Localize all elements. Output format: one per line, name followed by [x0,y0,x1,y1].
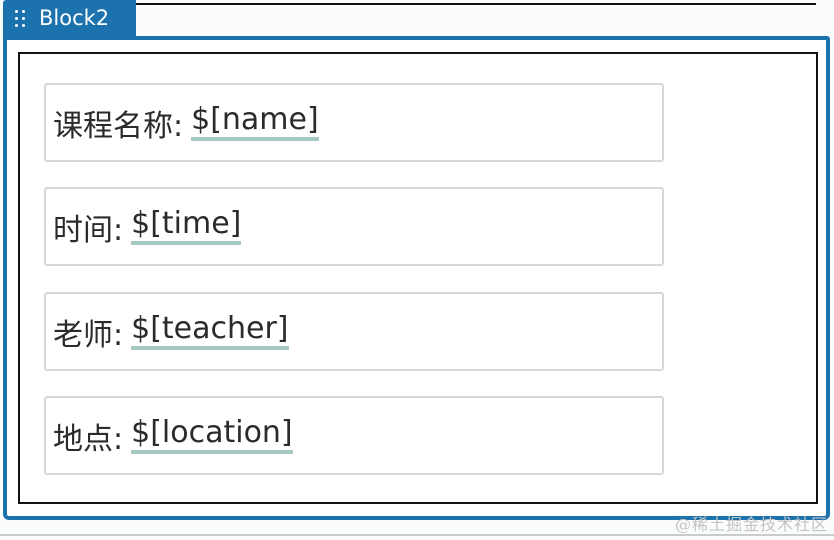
canvas: Block2 课程名称: $[name] 时间: $[time] 老师: $[t… [0,0,834,540]
top-divider [136,3,816,5]
block-container[interactable]: 课程名称: $[name] 时间: $[time] 老师: $[teacher]… [3,36,830,520]
content-frame: 课程名称: $[name] 时间: $[time] 老师: $[teacher]… [18,52,818,504]
block-tab[interactable]: Block2 [3,0,136,36]
field-time[interactable]: 时间: $[time] [44,187,664,266]
field-location[interactable]: 地点: $[location] [44,396,664,475]
field-variable[interactable]: $[time] [131,208,242,246]
watermark: @稀土掘金技术社区 [674,515,828,534]
field-label: 老师: [53,317,124,353]
field-variable[interactable]: $[location] [131,417,293,455]
block-title: Block2 [39,6,110,30]
field-variable[interactable]: $[name] [191,104,319,142]
field-course-name[interactable]: 课程名称: $[name] [44,83,664,162]
field-label: 课程名称: [53,108,184,144]
field-teacher[interactable]: 老师: $[teacher] [44,292,664,371]
field-variable[interactable]: $[teacher] [131,313,289,351]
field-label: 时间: [53,212,124,248]
field-label: 地点: [53,421,124,457]
grip-dots-icon[interactable] [15,9,27,27]
